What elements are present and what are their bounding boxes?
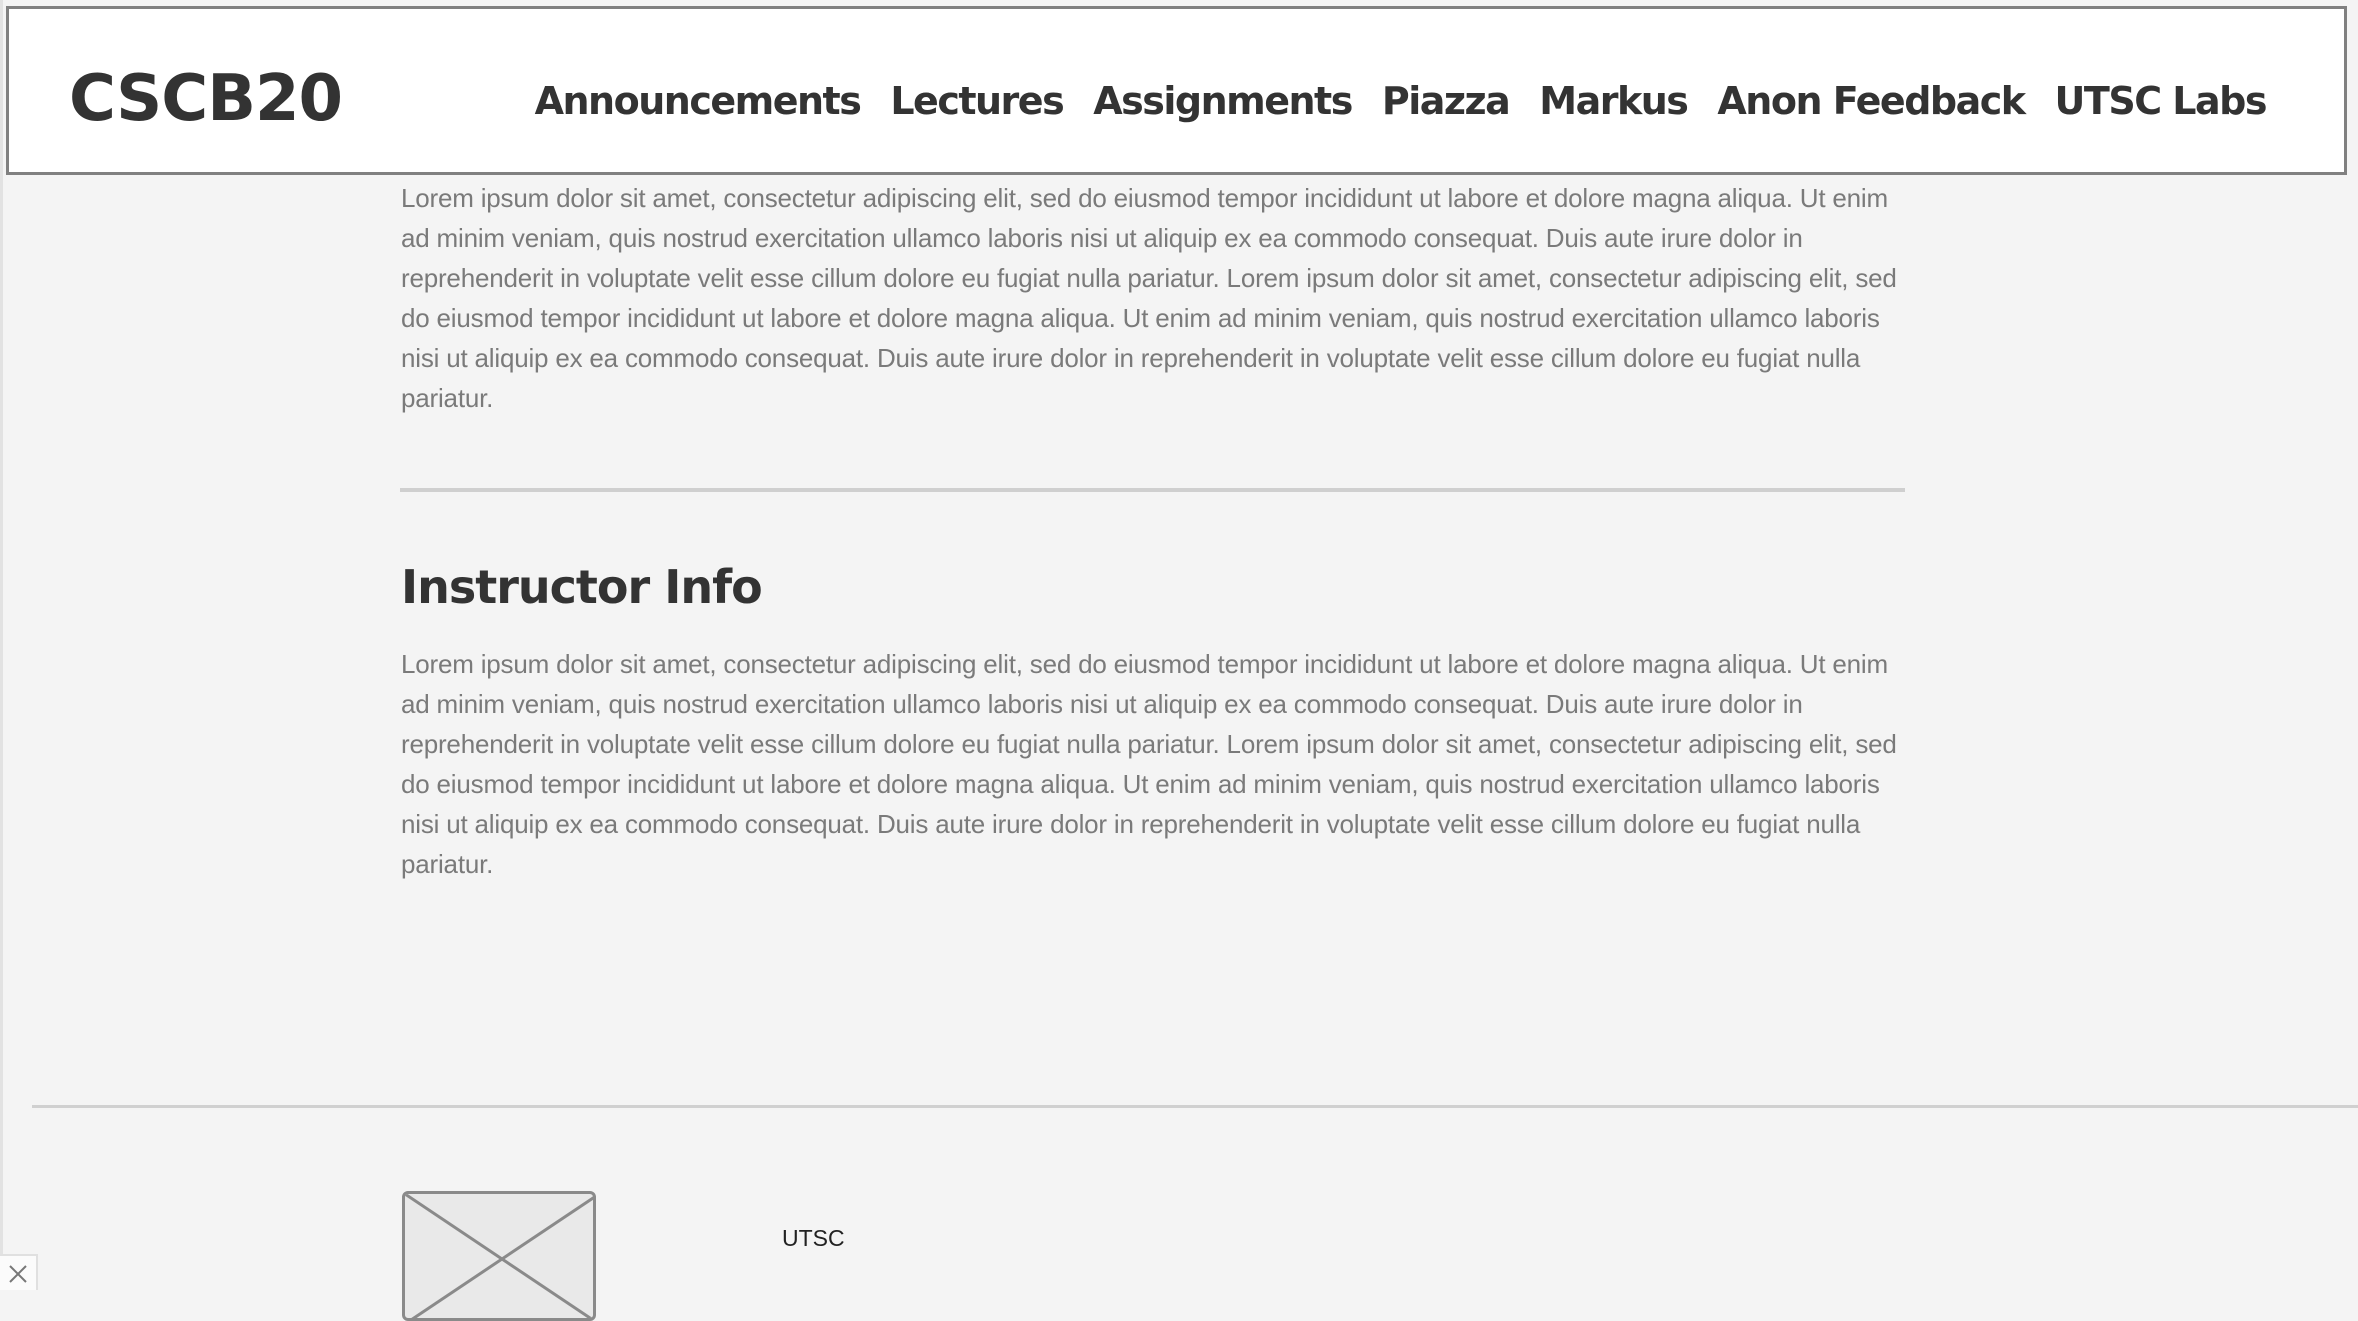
close-icon bbox=[9, 1265, 27, 1283]
nav-link-lectures[interactable]: Lectures bbox=[890, 73, 1064, 129]
image-placeholder-icon bbox=[402, 1191, 596, 1321]
nav-link-announcements[interactable]: Announcements bbox=[535, 73, 862, 129]
footer-label: UTSC bbox=[782, 1225, 845, 1251]
section-divider bbox=[400, 488, 1905, 492]
intro-paragraph: Lorem ipsum dolor sit amet, consectetur … bbox=[401, 183, 1897, 413]
nav-link-markus[interactable]: Markus bbox=[1539, 73, 1689, 129]
site-header: CSCB20 Announcements Lectures Assignment… bbox=[6, 6, 2347, 175]
main-nav: Announcements Lectures Assignments Piazz… bbox=[535, 73, 2268, 129]
nav-link-assignments[interactable]: Assignments bbox=[1093, 73, 1353, 129]
nav-link-anon-feedback[interactable]: Anon Feedback bbox=[1717, 73, 2026, 129]
site-logo[interactable]: CSCB20 bbox=[69, 57, 343, 141]
nav-link-utsc-labs[interactable]: UTSC Labs bbox=[2055, 73, 2268, 129]
instructor-info-heading: Instructor Info bbox=[401, 560, 763, 614]
close-button[interactable] bbox=[0, 1254, 38, 1290]
instructor-info-paragraph: Lorem ipsum dolor sit amet, consectetur … bbox=[401, 649, 1897, 879]
footer-divider bbox=[32, 1105, 2358, 1108]
page-left-edge bbox=[0, 0, 3, 1290]
nav-link-piazza[interactable]: Piazza bbox=[1382, 73, 1511, 129]
